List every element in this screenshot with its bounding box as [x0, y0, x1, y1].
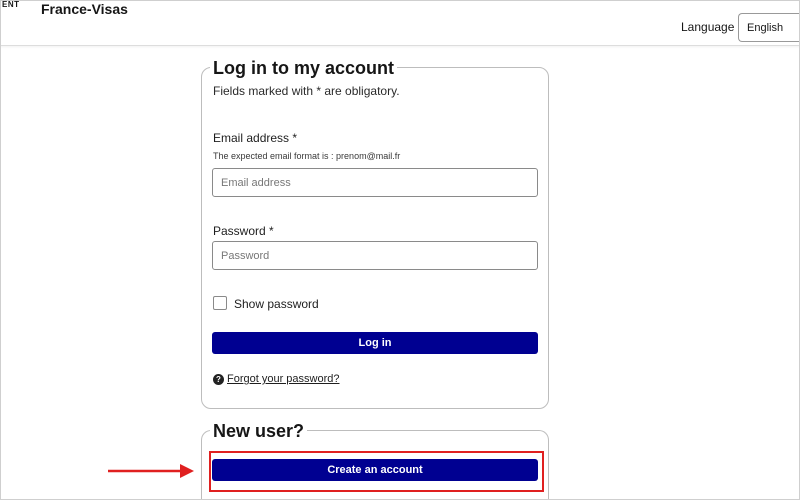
obligatory-note: Fields marked with * are obligatory.	[213, 84, 400, 98]
site-header: ENT France-Visas Language : English	[0, 0, 800, 46]
site-name[interactable]: France-Visas	[41, 1, 128, 17]
question-circle-icon: ?	[213, 374, 224, 385]
login-title: Log in to my account	[210, 58, 398, 79]
show-password-label[interactable]: Show password	[234, 297, 319, 311]
email-hint: The expected email format is : prenom@ma…	[213, 151, 401, 161]
right-arrow-icon	[108, 464, 194, 478]
show-password-checkbox[interactable]	[213, 296, 227, 310]
language-label: Language :	[681, 20, 742, 34]
language-select[interactable]: English	[738, 13, 800, 42]
email-input[interactable]	[212, 168, 538, 197]
password-label: Password *	[213, 224, 274, 238]
login-button[interactable]: Log in	[212, 332, 538, 354]
login-card: Log in to my account Fields marked with …	[201, 58, 549, 409]
highlight-box	[209, 451, 544, 492]
forgot-password-link[interactable]: Forgot your password?	[227, 373, 340, 385]
email-label: Email address *	[213, 131, 298, 145]
password-input[interactable]	[212, 241, 538, 270]
gov-logo-text: ENT	[2, 0, 20, 9]
new-user-title: New user?	[210, 421, 308, 442]
